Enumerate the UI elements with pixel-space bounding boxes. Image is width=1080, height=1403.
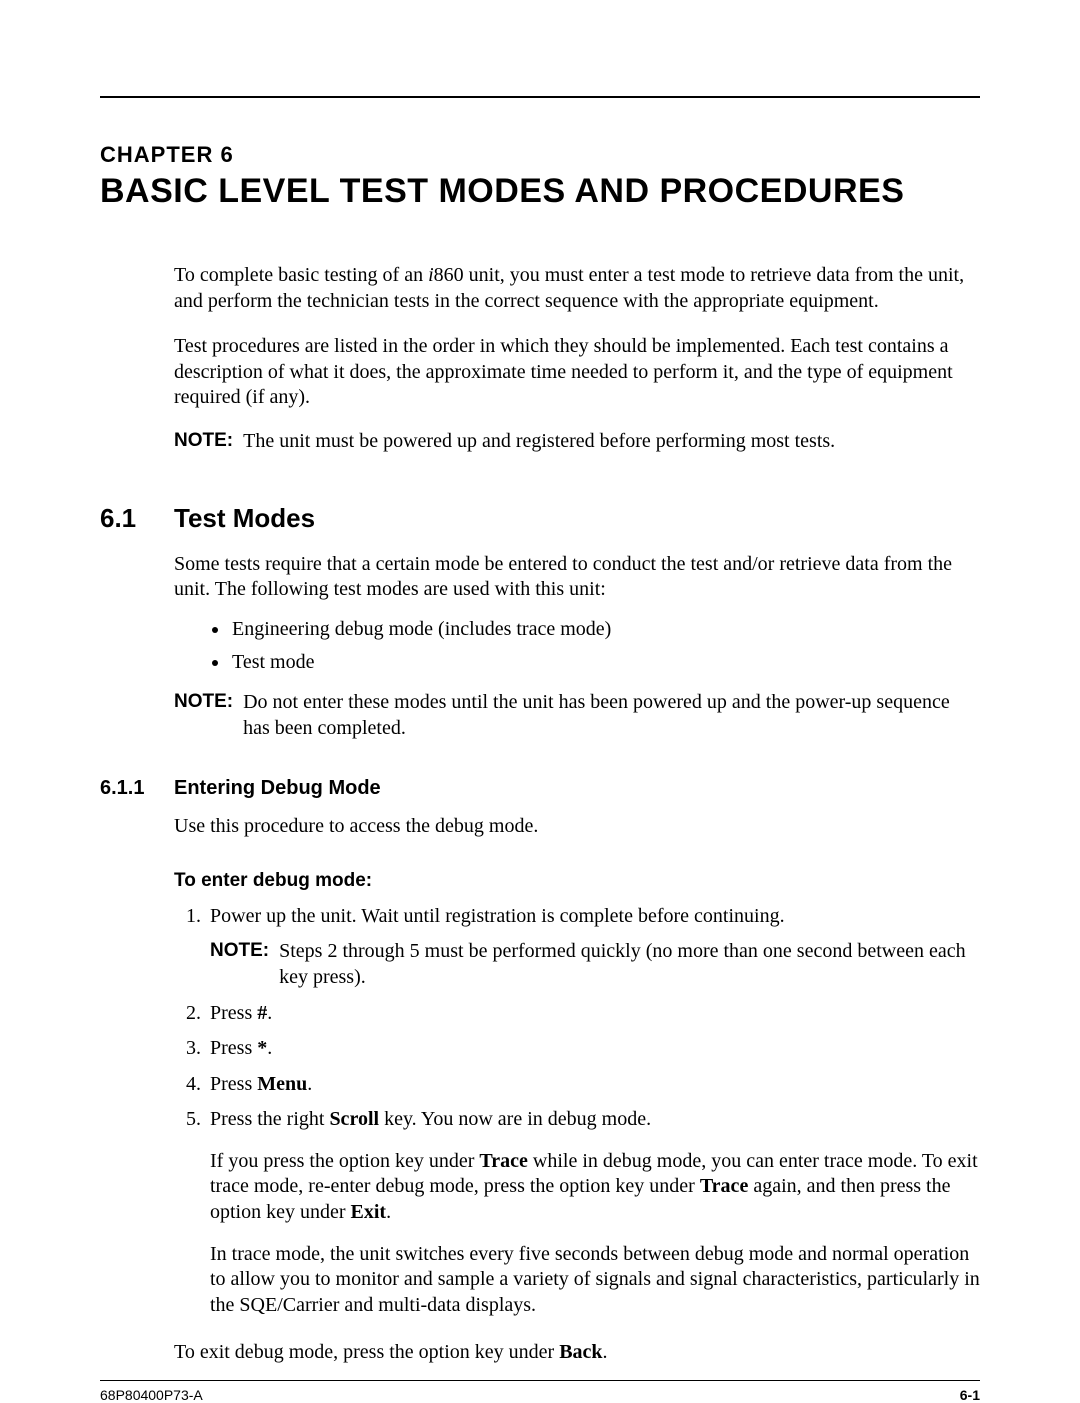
- text: If you press the option key under: [210, 1150, 479, 1172]
- step-1: Power up the unit. Wait until registrati…: [206, 904, 980, 991]
- subsection-number: 6.1.1: [100, 777, 174, 800]
- exit-paragraph: To exit debug mode, press the option key…: [174, 1340, 980, 1366]
- text: .: [307, 1073, 312, 1095]
- section-number: 6.1: [100, 503, 174, 534]
- section-title: Test Modes: [174, 503, 315, 534]
- note-label: NOTE:: [174, 429, 243, 455]
- top-rule: [100, 96, 980, 98]
- key: *: [257, 1037, 267, 1059]
- chapter-title: BASIC LEVEL TEST MODES AND PROCEDURES: [100, 172, 980, 211]
- section-6-1-heading: 6.1 Test Modes: [100, 503, 980, 534]
- key: #: [257, 1002, 267, 1024]
- key: Exit: [351, 1201, 387, 1223]
- list-item: Engineering debug mode (includes trace m…: [230, 617, 980, 643]
- text: To exit debug mode, press the option key…: [174, 1341, 559, 1363]
- key: Trace: [479, 1150, 528, 1172]
- step-5-paragraph-3: In trace mode, the unit switches every f…: [210, 1242, 980, 1319]
- step-3: Press *.: [206, 1036, 980, 1062]
- note-label: NOTE:: [174, 690, 243, 741]
- intro-block: To complete basic testing of an i860 uni…: [174, 211, 980, 455]
- text: Press: [210, 1037, 257, 1059]
- step-5-paragraph-2: If you press the option key under Trace …: [210, 1149, 980, 1226]
- note-body: The unit must be powered up and register…: [243, 429, 980, 455]
- section-6-1-body: Some tests require that a certain mode b…: [174, 534, 980, 742]
- step-4: Press Menu.: [206, 1072, 980, 1098]
- note-label: NOTE:: [210, 939, 279, 990]
- text: key. You now are in debug mode.: [379, 1108, 651, 1130]
- step-1-note: NOTE: Steps 2 through 5 must be performe…: [210, 939, 980, 990]
- note-body: Steps 2 through 5 must be performed quic…: [279, 939, 980, 990]
- key: Menu: [257, 1073, 307, 1095]
- text: Press the right: [210, 1108, 329, 1130]
- section-6-1-1-body: Use this procedure to access the debug m…: [174, 800, 980, 1366]
- chapter-label: CHAPTER 6: [100, 142, 980, 168]
- intro-paragraph-1: To complete basic testing of an i860 uni…: [174, 263, 980, 314]
- footer-page-number: 6-1: [960, 1387, 980, 1403]
- procedure-subhead: To enter debug mode:: [174, 870, 980, 892]
- key: Back: [559, 1341, 602, 1363]
- note-1: NOTE: The unit must be powered up and re…: [174, 429, 980, 455]
- bottom-rule: [100, 1380, 980, 1381]
- section-6-1-paragraph: Some tests require that a certain mode b…: [174, 552, 980, 603]
- footer: 68P80400P73-A 6-1: [100, 1387, 980, 1403]
- step-2: Press #.: [206, 1001, 980, 1027]
- ordered-steps: Power up the unit. Wait until registrati…: [174, 904, 980, 1319]
- note-body: Do not enter these modes until the unit …: [243, 690, 980, 741]
- list-item: Test mode: [230, 650, 980, 676]
- section-6-1-1-heading: 6.1.1 Entering Debug Mode: [100, 777, 980, 800]
- section-6-1-1-paragraph: Use this procedure to access the debug m…: [174, 814, 980, 840]
- key: Trace: [700, 1175, 749, 1197]
- text: .: [267, 1002, 272, 1024]
- step-5: Press the right Scroll key. You now are …: [206, 1107, 980, 1318]
- text: Press: [210, 1073, 257, 1095]
- text: .: [603, 1341, 608, 1363]
- subsection-title: Entering Debug Mode: [174, 777, 381, 800]
- text: To complete basic testing of an: [174, 264, 428, 286]
- page: CHAPTER 6 BASIC LEVEL TEST MODES AND PRO…: [0, 0, 1080, 1397]
- note-2: NOTE: Do not enter these modes until the…: [174, 690, 980, 741]
- bullet-list: Engineering debug mode (includes trace m…: [174, 617, 980, 676]
- text: .: [386, 1201, 391, 1223]
- step-text: Power up the unit. Wait until registrati…: [210, 905, 785, 927]
- intro-paragraph-2: Test procedures are listed in the order …: [174, 334, 980, 411]
- text: Press: [210, 1002, 257, 1024]
- key: Scroll: [329, 1108, 379, 1130]
- footer-doc-number: 68P80400P73-A: [100, 1387, 203, 1403]
- text: .: [267, 1037, 272, 1059]
